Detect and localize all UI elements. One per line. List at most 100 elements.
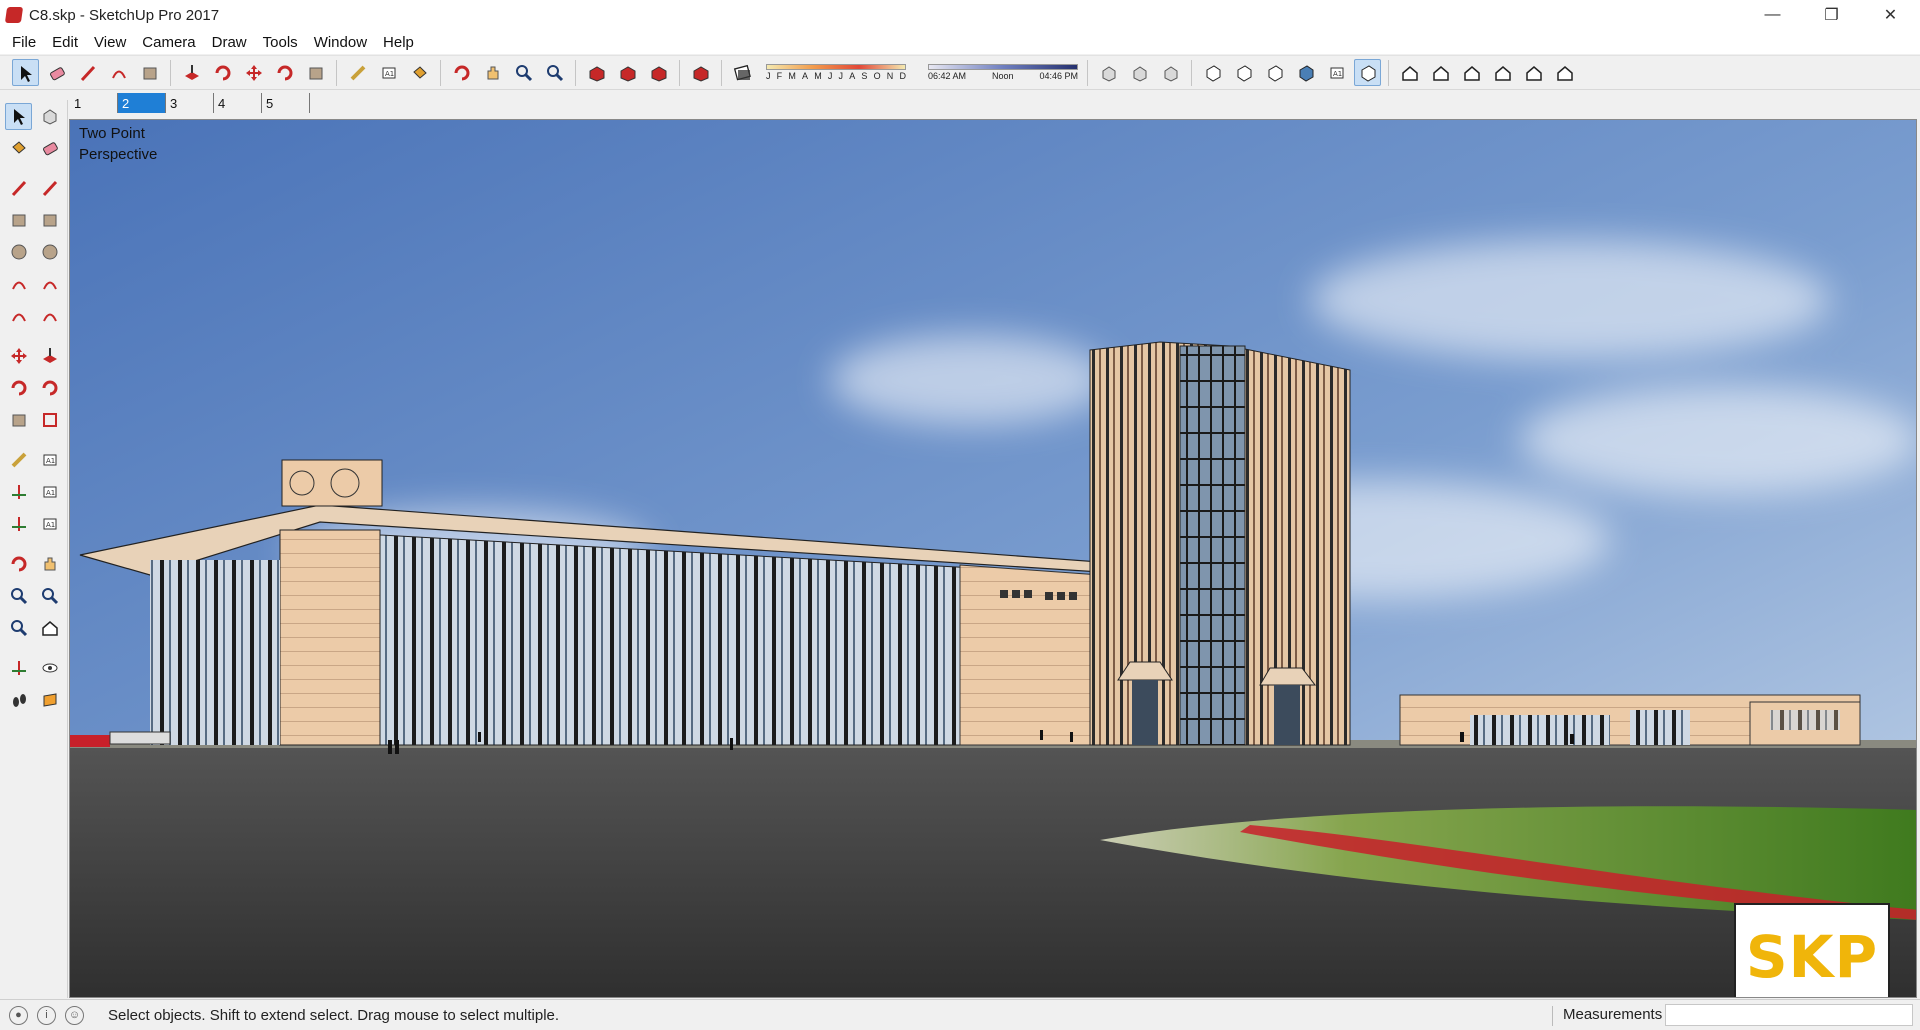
model-viewport[interactable]: Two Point Perspective SKP xyxy=(69,119,1917,998)
zoom-icon[interactable] xyxy=(5,583,32,610)
zoom-window-icon[interactable] xyxy=(36,583,63,610)
pie-icon[interactable] xyxy=(36,303,63,330)
tape-measure-icon[interactable] xyxy=(5,447,32,474)
polygon-icon[interactable] xyxy=(36,239,63,266)
pan-icon[interactable] xyxy=(479,59,506,86)
tool-row xyxy=(0,204,67,236)
axes-icon[interactable] xyxy=(5,511,32,538)
menu-edit[interactable]: Edit xyxy=(44,34,86,51)
rotated-rectangle-icon[interactable] xyxy=(36,207,63,234)
terrain-icon[interactable] xyxy=(1095,59,1122,86)
paint-bucket-icon[interactable] xyxy=(5,135,32,162)
push-pull-icon[interactable] xyxy=(178,59,205,86)
svg-text:A1: A1 xyxy=(46,521,55,529)
offset-icon[interactable] xyxy=(36,407,63,434)
3d-text-icon[interactable]: A1 xyxy=(36,511,63,538)
two-point-arc-icon[interactable] xyxy=(36,271,63,298)
menu-draw[interactable]: Draw xyxy=(204,34,255,51)
select-icon[interactable] xyxy=(5,102,32,130)
iso-view-icon[interactable] xyxy=(1396,59,1423,86)
look-around-icon[interactable] xyxy=(36,655,63,682)
top-view-icon[interactable] xyxy=(1427,59,1454,86)
tape-measure-icon[interactable] xyxy=(344,59,371,86)
move-icon[interactable] xyxy=(240,59,267,86)
rectangle-icon[interactable] xyxy=(136,59,163,86)
orbit-icon[interactable] xyxy=(448,59,475,86)
menu-file[interactable]: File xyxy=(4,34,44,51)
ruby-icon[interactable] xyxy=(687,59,714,86)
component-icon[interactable] xyxy=(36,103,63,130)
close-button[interactable]: ✕ xyxy=(1861,0,1920,30)
extension-warehouse-icon[interactable] xyxy=(614,59,641,86)
follow-me-icon[interactable] xyxy=(209,59,236,86)
protractor-icon[interactable] xyxy=(5,479,32,506)
move-icon[interactable] xyxy=(5,343,32,370)
scene-tab-3[interactable]: 3 xyxy=(166,93,214,113)
geo-location-icon[interactable]: ● xyxy=(9,1005,28,1025)
restore-button[interactable]: ❐ xyxy=(1802,0,1861,30)
push-pull-icon[interactable] xyxy=(36,343,63,370)
previous-view-icon[interactable] xyxy=(36,615,63,642)
rectangle-icon[interactable] xyxy=(5,207,32,234)
scale-icon[interactable] xyxy=(302,59,329,86)
date-slider-track[interactable] xyxy=(766,64,906,70)
menu-camera[interactable]: Camera xyxy=(134,34,203,51)
section-plane-icon[interactable] xyxy=(36,687,63,714)
text-icon[interactable]: A1 xyxy=(375,59,402,86)
left-view-icon[interactable] xyxy=(1551,59,1578,86)
xray-icon[interactable] xyxy=(1199,59,1226,86)
rotate-icon[interactable] xyxy=(5,375,32,402)
pencil-icon[interactable] xyxy=(74,59,101,86)
eraser-icon[interactable] xyxy=(43,59,70,86)
minimize-button[interactable]: — xyxy=(1743,0,1802,30)
info-icon[interactable]: i xyxy=(37,1005,56,1025)
front-view-icon[interactable] xyxy=(1458,59,1485,86)
shadows-toggle-icon[interactable] xyxy=(729,59,756,86)
orbit-icon[interactable] xyxy=(5,551,32,578)
line-icon[interactable] xyxy=(5,175,32,202)
right-view-icon[interactable] xyxy=(1489,59,1516,86)
shaded-icon[interactable] xyxy=(1292,59,1319,86)
walk-icon[interactable] xyxy=(5,687,32,714)
text-icon[interactable]: A1 xyxy=(36,479,63,506)
position-camera-icon[interactable] xyxy=(5,655,32,682)
wireframe-icon[interactable] xyxy=(1230,59,1257,86)
time-slider-track[interactable] xyxy=(928,64,1078,70)
pan-icon[interactable] xyxy=(36,551,63,578)
scene-tab-4[interactable]: 4 xyxy=(214,93,262,113)
eraser-icon[interactable] xyxy=(36,135,63,162)
circle-icon[interactable] xyxy=(5,239,32,266)
measurements-input[interactable] xyxy=(1665,1004,1913,1026)
arc-icon[interactable] xyxy=(5,271,32,298)
tag-icon[interactable] xyxy=(1126,59,1153,86)
scene-tab-1[interactable]: 1 xyxy=(70,93,118,113)
layout-icon[interactable] xyxy=(645,59,672,86)
monochrome-icon[interactable] xyxy=(1354,59,1381,86)
rotate-icon[interactable] xyxy=(271,59,298,86)
freehand-icon[interactable] xyxy=(36,175,63,202)
three-point-arc-icon[interactable] xyxy=(5,303,32,330)
warehouse-icon[interactable] xyxy=(583,59,610,86)
follow-me-icon[interactable] xyxy=(36,375,63,402)
select-icon[interactable] xyxy=(12,59,39,86)
hidden-line-icon[interactable] xyxy=(1261,59,1288,86)
zoom-extents-icon[interactable] xyxy=(541,59,568,86)
menu-help[interactable]: Help xyxy=(375,34,422,51)
scale-icon[interactable] xyxy=(5,407,32,434)
shadow-time-slider[interactable]: 06:42 AM Noon 04:46 PM xyxy=(914,64,1078,81)
paint-bucket-icon[interactable] xyxy=(406,59,433,86)
zoom-icon[interactable] xyxy=(510,59,537,86)
menu-tools[interactable]: Tools xyxy=(255,34,306,51)
shadow-date-slider[interactable]: JFMAMJJASOND xyxy=(762,64,906,81)
textured-icon[interactable]: A1 xyxy=(1323,59,1350,86)
dimension-icon[interactable]: A1 xyxy=(36,447,63,474)
scene-tab-2[interactable]: 2 xyxy=(118,93,166,113)
import-icon[interactable] xyxy=(1157,59,1184,86)
scene-tab-5[interactable]: 5 xyxy=(262,93,310,113)
menu-view[interactable]: View xyxy=(86,34,134,51)
user-icon[interactable]: ☺ xyxy=(65,1005,84,1025)
arc-icon[interactable] xyxy=(105,59,132,86)
zoom-extents-icon[interactable] xyxy=(5,615,32,642)
back-view-icon[interactable] xyxy=(1520,59,1547,86)
menu-window[interactable]: Window xyxy=(306,34,375,51)
